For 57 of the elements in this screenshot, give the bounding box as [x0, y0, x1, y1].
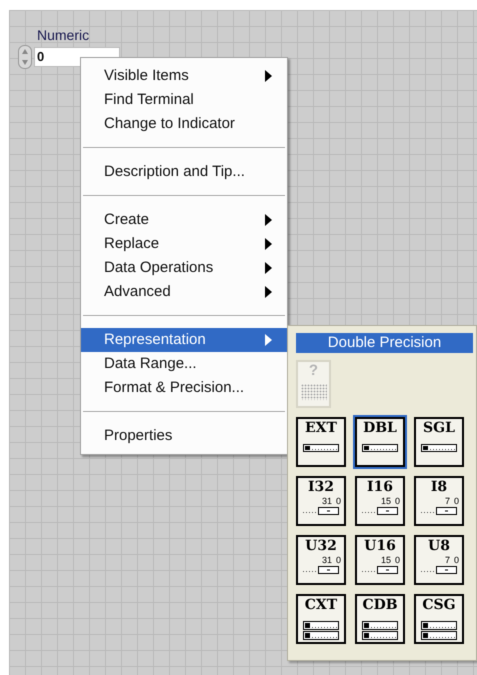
submenu-arrow-icon: [265, 238, 272, 250]
menu-item[interactable]: Data Range...: [81, 352, 287, 376]
numeric-bar-icon: [362, 443, 398, 453]
menu-item[interactable]: Properties: [81, 424, 287, 448]
submenu-arrow-icon: [265, 286, 272, 298]
control-label: Numeric: [36, 28, 90, 42]
data-type-button[interactable]: DBL: [353, 415, 407, 469]
bit-label: 31: [322, 555, 332, 565]
bit-label: 0: [336, 496, 341, 506]
bit-label: 0: [454, 496, 459, 506]
menu-item[interactable]: Description and Tip...: [81, 160, 287, 184]
menu-item[interactable]: Format & Precision...: [81, 376, 287, 400]
numeric-bar-icon: [421, 443, 457, 453]
bit-label: 15: [380, 496, 391, 506]
data-type-button[interactable]: U32 31 0: [294, 533, 348, 587]
bit-label: 7: [444, 496, 450, 506]
numeric-bar-icon: [362, 506, 398, 516]
numeric-bar-icon: [362, 565, 398, 575]
menu-item[interactable]: Find Terminal: [81, 88, 287, 112]
data-type-button[interactable]: SGL: [412, 415, 466, 469]
bit-label: 31: [322, 496, 332, 506]
submenu-arrow-icon: [265, 334, 272, 346]
spinner-icon[interactable]: [18, 45, 32, 69]
data-type-button[interactable]: U16 15 0: [353, 533, 407, 587]
palette-title: Double Precision: [296, 333, 473, 353]
bit-label: 0: [394, 555, 400, 565]
complex-bar-icon: [362, 620, 398, 642]
menu-item[interactable]: Replace: [81, 232, 287, 256]
data-type-button[interactable]: U8 7 0: [412, 533, 466, 587]
data-type-button[interactable]: I8 7 0: [412, 474, 466, 528]
complex-bar-icon: [421, 620, 457, 642]
menu-item[interactable]: Data Operations: [81, 256, 287, 280]
numeric-bar-icon: [303, 443, 339, 453]
menu-item[interactable]: Representation: [81, 328, 287, 352]
bit-label: 0: [394, 496, 400, 506]
menu-item[interactable]: Create: [81, 208, 287, 232]
numeric-bar-icon: [303, 565, 339, 575]
submenu-arrow-icon: [265, 214, 272, 226]
submenu-arrow-icon: [265, 262, 272, 274]
numeric-bar-icon: [303, 506, 339, 516]
submenu-arrow-icon: [265, 70, 272, 82]
menu-item[interactable]: Visible Items: [81, 64, 287, 88]
bit-label: 0: [336, 555, 341, 565]
data-type-button[interactable]: I32 31 0: [294, 474, 348, 528]
numeric-bar-icon: [421, 565, 457, 575]
bit-label: 7: [444, 555, 450, 565]
data-type-button[interactable]: CSG: [412, 592, 466, 646]
menu-item[interactable]: Change to Indicator: [81, 112, 287, 136]
menu-item[interactable]: Advanced: [81, 280, 287, 304]
bit-label: 15: [380, 555, 391, 565]
data-type-button[interactable]: I16 15 0: [353, 474, 407, 528]
data-type-button[interactable]: CDB: [353, 592, 407, 646]
complex-bar-icon: [303, 620, 339, 642]
data-type-button[interactable]: EXT: [294, 415, 348, 469]
numeric-bar-icon: [421, 506, 457, 516]
data-type-button[interactable]: CXT: [294, 592, 348, 646]
bit-label: 0: [454, 555, 459, 565]
